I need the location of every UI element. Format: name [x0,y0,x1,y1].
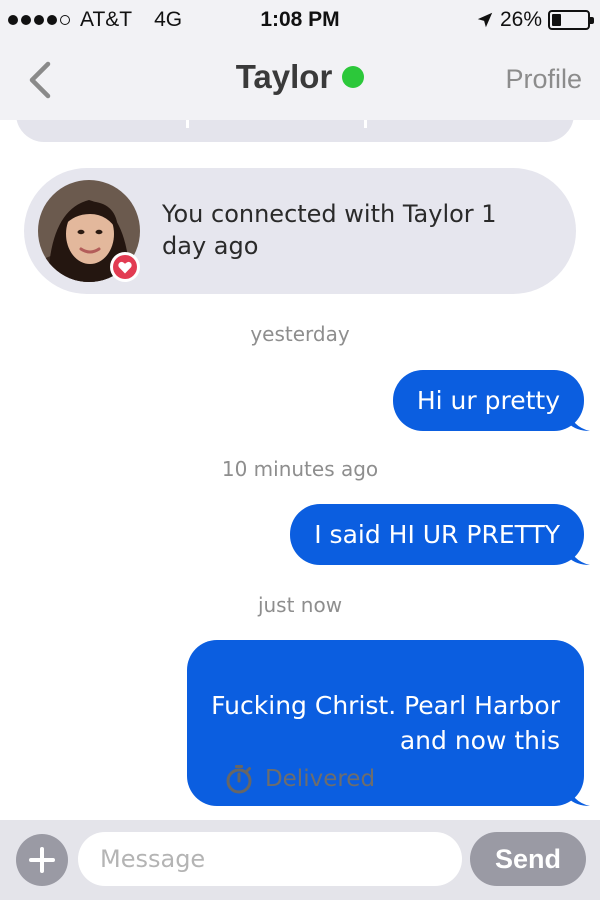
message-timestamp: 10 minutes ago [221,457,379,481]
bubble-tail [568,409,590,431]
battery-icon [548,10,594,30]
nav-bar: Taylor Profile [0,40,600,120]
message-text: I said HI UR PRETTY [314,520,560,549]
plus-icon [29,847,55,873]
bubble-tail [568,543,590,565]
add-attachment-button[interactable] [16,834,68,886]
message-text: Hi ur pretty [416,386,560,415]
sent-message-bubble[interactable]: I said HI UR PRETTY [290,504,590,565]
connection-card: You connected with Taylor 1 day ago [24,168,576,294]
chat-thread[interactable]: You connected with Taylor 1 day ago yest… [0,120,600,820]
status-bar: AT&T 4G 1:08 PM 26% [0,0,600,40]
message-input[interactable] [78,832,462,886]
message-timestamp: just now [257,593,343,617]
composer-bar: Send [0,820,600,900]
battery-percent: 26% [499,8,542,31]
sent-message-bubble[interactable]: Hi ur pretty [392,370,590,431]
previous-card-edge [16,120,574,142]
online-status-icon [342,66,365,88]
profile-button[interactable]: Profile [505,64,582,95]
message-timestamp: yesterday [250,322,350,346]
message-text: Fucking Christ. Pearl Harbor and now thi… [211,691,560,755]
delivery-status: Delivered [0,764,600,794]
battery-level [552,14,561,26]
location-arrow-icon [477,12,493,28]
heart-icon [118,261,132,273]
status-right: 26% [476,8,594,32]
send-button[interactable]: Send [470,832,586,886]
heart-badge [110,252,140,282]
stopwatch-icon [226,765,252,794]
delivery-status-text: Delivered [264,766,376,792]
page-title: Taylor [235,58,333,95]
connection-message: You connected with Taylor 1 day ago [162,200,497,260]
